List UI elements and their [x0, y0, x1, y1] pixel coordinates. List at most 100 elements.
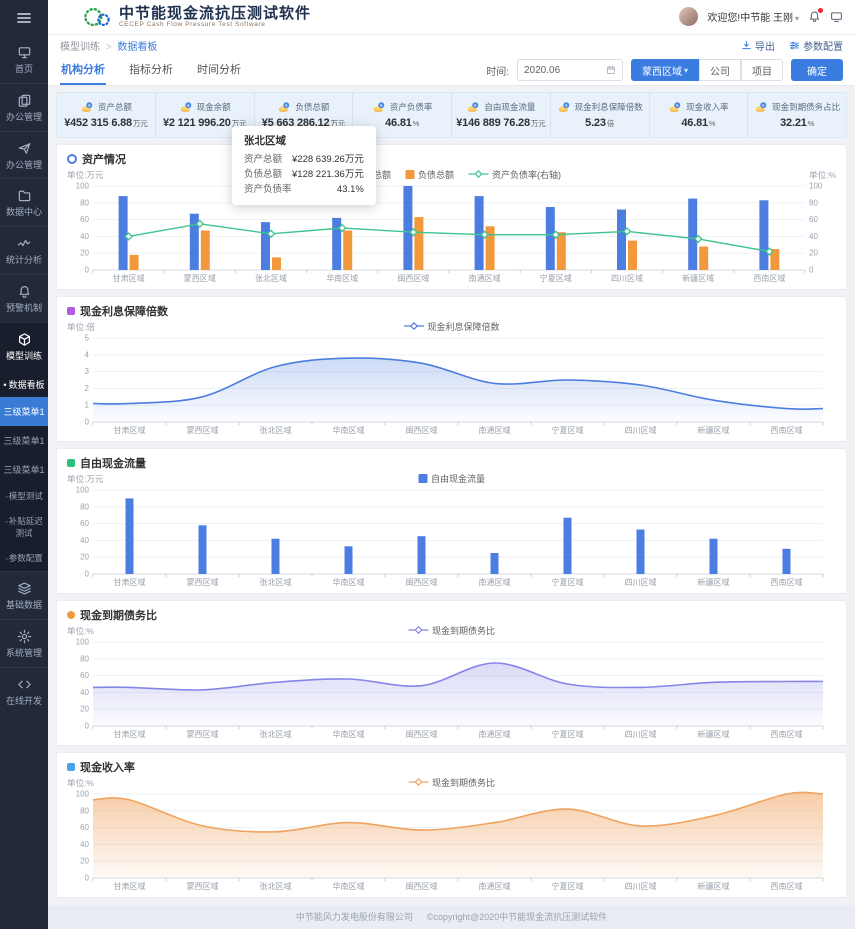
- confirm-button[interactable]: 确定: [791, 59, 843, 81]
- legend-item[interactable]: 资产负债率(右轴): [468, 168, 561, 181]
- notification-dot: [818, 8, 823, 13]
- svg-text:100: 100: [76, 789, 90, 798]
- tabs-row: 机构分析 指标分析 时间分析 时间: 2020.06 蒙西区域▾ 公司 项目 确…: [48, 56, 855, 85]
- svg-text:西南区域: 西南区域: [771, 577, 803, 587]
- app-header: 中节能现金流抗压测试软件 CECEP Cash Flow Pressure Te…: [48, 0, 855, 35]
- svg-text:20: 20: [80, 856, 89, 865]
- page-footer: 中节能风力发电股份有限公司 ©copyright@2020中节能现金流抗压测试软…: [48, 905, 855, 929]
- svg-text:甘肃区域: 甘肃区域: [113, 273, 145, 283]
- monitor-icon: [17, 45, 32, 60]
- sidebar-item-alert-mechanism[interactable]: 预警机制: [0, 274, 48, 322]
- folder-icon: [17, 188, 32, 203]
- kpi-card: ¥现金收入率46.81%: [650, 93, 749, 137]
- legend-diamond-marker: [403, 322, 423, 330]
- menu-toggle-button[interactable]: [0, 0, 48, 36]
- svg-text:40: 40: [80, 687, 89, 696]
- chart-title: 自由现金流量: [80, 455, 146, 471]
- legend-item[interactable]: 现金利息保障倍数: [403, 320, 499, 333]
- chart-title: 现金收入率: [80, 759, 135, 775]
- send-icon: [17, 141, 32, 156]
- avatar[interactable]: [679, 7, 698, 26]
- alarm-icon: [17, 284, 32, 299]
- sidebar-item-level3-menu-3[interactable]: 三级菜单1: [0, 455, 48, 484]
- breadcrumb: 模型训练 > 数据看板: [60, 38, 157, 53]
- hamburger-icon: [16, 10, 32, 26]
- sidebar-item-office-mgmt[interactable]: 办公管理: [0, 83, 48, 131]
- bell-icon[interactable]: [808, 10, 821, 23]
- svg-text:40: 40: [80, 839, 89, 848]
- svg-text:蒙西区域: 蒙西区域: [184, 273, 216, 283]
- svg-text:0: 0: [85, 721, 90, 730]
- sidebar-item-level3-menu-1[interactable]: 三级菜单1: [0, 397, 48, 426]
- sidebar: 首页办公管理办公管理数据中心统计分析预警机制模型训练•数据看板三级菜单1三级菜单…: [0, 0, 48, 929]
- legend-item[interactable]: 现金到期债务比: [408, 624, 495, 637]
- region-filter-button[interactable]: 蒙西区域▾: [631, 59, 699, 81]
- svg-text:蒙西区域: 蒙西区域: [187, 881, 219, 891]
- svg-text:四川区域: 四川区域: [611, 273, 643, 283]
- svg-text:华南区域: 华南区域: [333, 425, 365, 435]
- logo-icon: [82, 4, 112, 30]
- app-subtitle: CECEP Cash Flow Pressure Test Software: [119, 21, 311, 28]
- app-root: 首页办公管理办公管理数据中心统计分析预警机制模型训练•数据看板三级菜单1三级菜单…: [0, 0, 855, 929]
- sidebar-item-param-config[interactable]: ◦参数配置: [0, 546, 48, 571]
- sidebar-item-level3-menu-2[interactable]: 三级菜单1: [0, 426, 48, 455]
- welcome-text: 欢迎您!中节能 王刚: [707, 13, 793, 24]
- company-filter-button[interactable]: 公司: [699, 59, 741, 81]
- svg-text:60: 60: [80, 823, 89, 832]
- svg-text:60: 60: [80, 519, 89, 528]
- breadcrumb-row: 模型训练 > 数据看板 导出 参数配置: [48, 35, 855, 57]
- sidebar-item-data-center[interactable]: 数据中心: [0, 178, 48, 226]
- chart-title: 现金利息保障倍数: [80, 303, 168, 319]
- svg-text:南通区域: 南通区域: [479, 577, 511, 587]
- sidebar-item-data-board[interactable]: •数据看板: [0, 370, 48, 397]
- svg-text:闽西区域: 闽西区域: [397, 273, 429, 283]
- app-logo: 中节能现金流抗压测试软件 CECEP Cash Flow Pressure Te…: [82, 4, 311, 30]
- export-button[interactable]: 导出: [741, 38, 775, 53]
- sidebar-item-stat-analysis[interactable]: 统计分析: [0, 226, 48, 274]
- sidebar-item-model-training[interactable]: 模型训练: [0, 322, 48, 370]
- interest-cover-chart[interactable]: 012345甘肃区域蒙西区域张北区域华南区域闽西区域南通区域宁夏区域四川区域新疆…: [67, 333, 835, 436]
- free-cashflow-chart[interactable]: 020406080100甘肃区域蒙西区域张北区域华南区域闽西区域南通区域宁夏区域…: [67, 485, 835, 588]
- chart-card-free-cashflow: 自由现金流量 单位:万元 自由现金流量 020406080100甘肃区域蒙西区域…: [56, 448, 847, 594]
- due-debt-chart[interactable]: 020406080100甘肃区域蒙西区域张北区域华南区域闽西区域南通区域宁夏区域…: [67, 637, 835, 740]
- svg-text:华南区域: 华南区域: [333, 881, 365, 891]
- assets-total-icon: ¥: [80, 100, 94, 114]
- svg-text:100: 100: [76, 181, 90, 190]
- assets-chart[interactable]: 020406080100020406080100甘肃区域蒙西区域张北区域华南区域…: [67, 181, 835, 284]
- legend-item[interactable]: 自由现金流量: [418, 472, 485, 485]
- sidebar-item-online-dev[interactable]: 在线开发: [0, 667, 48, 715]
- tab-institution-analysis[interactable]: 机构分析: [60, 56, 106, 84]
- tab-indicator-analysis[interactable]: 指标分析: [128, 56, 174, 84]
- tab-time-analysis[interactable]: 时间分析: [196, 56, 242, 84]
- sidebar-item-model-test[interactable]: ◦模型测试: [0, 484, 48, 509]
- debt-total-icon: ¥: [277, 100, 291, 114]
- project-filter-button[interactable]: 项目: [741, 59, 783, 81]
- svg-text:华南区域: 华南区域: [333, 729, 365, 739]
- svg-text:宁夏区域: 宁夏区域: [552, 425, 584, 435]
- user-menu[interactable]: 欢迎您!中节能 王刚▾: [707, 9, 799, 24]
- copy-icon: [17, 93, 32, 108]
- cash-income-chart[interactable]: 020406080100甘肃区域蒙西区域张北区域华南区域闽西区域南通区域宁夏区域…: [67, 789, 835, 892]
- sidebar-item-system-mgmt[interactable]: 系统管理: [0, 619, 48, 667]
- svg-text:西南区域: 西南区域: [753, 273, 785, 283]
- cube-icon: [17, 332, 32, 347]
- breadcrumb-parent[interactable]: 模型训练: [60, 42, 100, 53]
- legend-item[interactable]: 负债总额: [405, 168, 454, 181]
- legend-diamond-marker: [408, 626, 428, 634]
- param-config-button[interactable]: 参数配置: [789, 38, 843, 53]
- cash-balance-icon: ¥: [179, 100, 193, 114]
- sidebar-item-subsidy-delay-test[interactable]: ◦补贴延迟测试: [0, 509, 48, 546]
- svg-text:0: 0: [85, 569, 90, 578]
- debt-ratio-icon: ¥: [372, 100, 386, 114]
- date-input[interactable]: 2020.06: [517, 59, 623, 81]
- sidebar-item-office-mgmt-2[interactable]: 办公管理: [0, 131, 48, 179]
- sidebar-item-home[interactable]: 首页: [0, 36, 48, 83]
- monitor-chat-icon[interactable]: [830, 10, 843, 23]
- sidebar-item-base-data[interactable]: 基础数据: [0, 571, 48, 619]
- svg-text:新疆区域: 新疆区域: [682, 273, 714, 283]
- legend-item[interactable]: 现金到期债务比: [408, 776, 495, 789]
- svg-text:80: 80: [809, 198, 818, 207]
- breadcrumb-current[interactable]: 数据看板: [117, 42, 157, 53]
- svg-text:四川区域: 四川区域: [625, 425, 657, 435]
- chart-card-assets: 资产情况 单位:万元 资产总额负债总额资产负债率(右轴) 单位:% 020406…: [56, 144, 847, 290]
